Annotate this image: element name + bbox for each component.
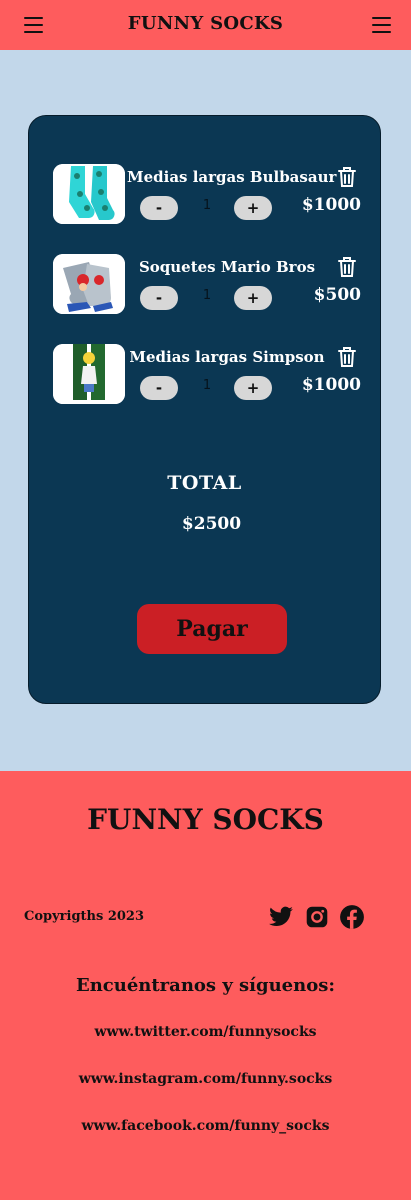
facebook-link[interactable]: www.facebook.com/funny_socks bbox=[0, 1118, 411, 1134]
increase-quantity-button[interactable]: + bbox=[234, 196, 272, 220]
cart-item: Medias largas Bulbasaur - 1 + $1000 bbox=[29, 164, 382, 226]
total-value: $2500 bbox=[181, 514, 242, 534]
quantity-value: 1 bbox=[202, 378, 212, 393]
simpson-sock-image bbox=[53, 344, 125, 404]
decrease-quantity-button[interactable]: - bbox=[140, 196, 178, 220]
top-header: FUNNY SOCKS bbox=[0, 0, 411, 50]
item-price: $1000 bbox=[301, 195, 361, 215]
cart-item: Soquetes Mario Bros - 1 + $500 bbox=[29, 254, 382, 316]
instagram-link[interactable]: www.instagram.com/funny.socks bbox=[0, 1071, 411, 1087]
twitter-link[interactable]: www.twitter.com/funnysocks bbox=[0, 1024, 411, 1040]
decrease-quantity-button[interactable]: - bbox=[140, 286, 178, 310]
increase-quantity-button[interactable]: + bbox=[234, 376, 272, 400]
quantity-value: 1 bbox=[202, 198, 212, 213]
mario-sock-image bbox=[53, 254, 125, 314]
trash-icon[interactable] bbox=[337, 166, 357, 188]
item-price: $500 bbox=[313, 285, 361, 305]
cart-panel: Medias largas Bulbasaur - 1 + $1000 Soqu… bbox=[28, 115, 381, 704]
hamburger-menu-icon[interactable] bbox=[372, 16, 392, 34]
facebook-icon[interactable] bbox=[339, 904, 365, 930]
twitter-icon[interactable] bbox=[268, 904, 294, 930]
item-name: Medias largas Bulbasaur bbox=[127, 168, 337, 186]
item-name: Soquetes Mario Bros bbox=[138, 258, 316, 276]
copyright-text: Copyrigths 2023 bbox=[24, 909, 145, 924]
brand-title[interactable]: FUNNY SOCKS bbox=[0, 13, 411, 34]
increase-quantity-button[interactable]: + bbox=[234, 286, 272, 310]
trash-icon[interactable] bbox=[337, 256, 357, 278]
follow-us-title: Encuéntranos y síguenos: bbox=[75, 975, 336, 996]
decrease-quantity-button[interactable]: - bbox=[140, 376, 178, 400]
instagram-icon[interactable] bbox=[304, 904, 330, 930]
item-name: Medias largas Simpson bbox=[129, 348, 325, 366]
footer-brand: FUNNY SOCKS bbox=[87, 803, 324, 836]
item-price: $1000 bbox=[301, 375, 361, 395]
bulbasaur-sock-image bbox=[53, 164, 125, 224]
trash-icon[interactable] bbox=[337, 346, 357, 368]
quantity-value: 1 bbox=[202, 288, 212, 303]
footer: FUNNY SOCKS Copyrigths 2023 Encuéntranos… bbox=[0, 771, 411, 1200]
cart-item: Medias largas Simpson - 1 + $1000 bbox=[29, 344, 382, 406]
pay-button[interactable]: Pagar bbox=[137, 604, 287, 654]
total-label: TOTAL bbox=[167, 472, 242, 494]
